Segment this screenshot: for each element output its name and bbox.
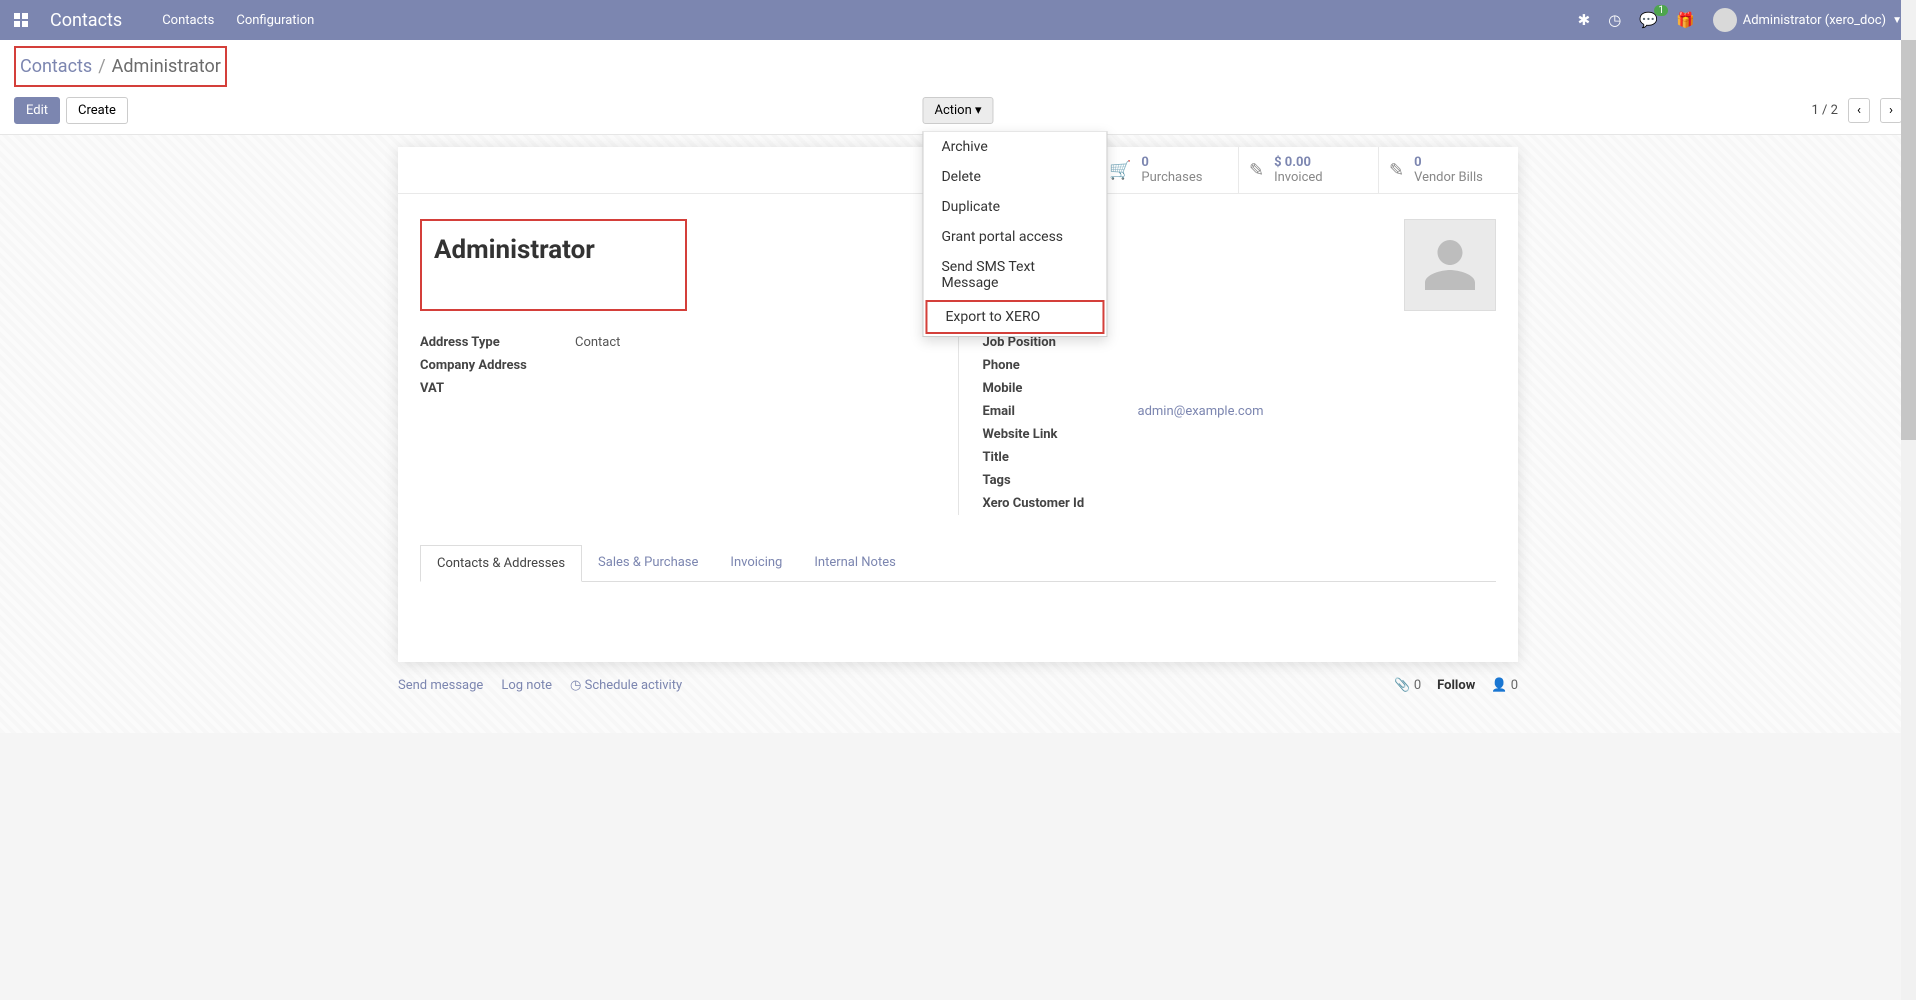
edit-icon: ✎	[1249, 160, 1264, 181]
field-row: Tags	[983, 469, 1497, 492]
edit-button[interactable]: Edit	[14, 97, 60, 124]
tab-sales-purchase[interactable]: Sales & Purchase	[582, 545, 714, 581]
create-button[interactable]: Create	[66, 97, 128, 124]
breadcrumb: Contacts / Administrator	[14, 46, 227, 87]
tab-contacts-addresses[interactable]: Contacts & Addresses	[420, 545, 582, 582]
field-value[interactable]: admin@example.com	[1138, 404, 1264, 419]
tab-internal-notes[interactable]: Internal Notes	[798, 545, 911, 581]
nav-configuration[interactable]: Configuration	[236, 13, 314, 28]
nav-contacts[interactable]: Contacts	[162, 13, 214, 28]
action-send-sms[interactable]: Send SMS Text Message	[923, 252, 1106, 298]
edit-icon: ✎	[1389, 160, 1404, 181]
field-label: Email	[983, 404, 1138, 419]
user-label: Administrator (xero_doc)	[1743, 13, 1886, 28]
chatter-footer: Send message Log note ◷ Schedule activit…	[398, 678, 1518, 693]
stat-vendor-bills[interactable]: ✎ 0Vendor Bills	[1378, 147, 1518, 193]
bug-icon[interactable]: ✱	[1578, 11, 1591, 29]
field-row: Address TypeContact	[420, 331, 934, 354]
action-archive[interactable]: Archive	[923, 132, 1106, 162]
messages-icon[interactable]: 💬1	[1639, 11, 1658, 29]
user-menu[interactable]: Administrator (xero_doc) ▼	[1713, 8, 1902, 32]
field-row: Emailadmin@example.com	[983, 400, 1497, 423]
record-name-box: Administrator	[420, 219, 687, 311]
field-label: Title	[983, 450, 1138, 465]
record-name: Administrator	[434, 235, 595, 265]
stat-invoiced[interactable]: ✎ $ 0.00Invoiced	[1238, 147, 1378, 193]
field-divider	[958, 331, 959, 515]
action-button[interactable]: Action ▾	[922, 97, 993, 124]
scrollbar-thumb[interactable]	[1901, 40, 1916, 440]
field-row: Xero Customer Id	[983, 492, 1497, 515]
field-row: VAT	[420, 377, 934, 400]
log-note-link[interactable]: Log note	[501, 678, 552, 693]
apps-icon[interactable]	[14, 13, 28, 27]
avatar-icon	[1713, 8, 1737, 32]
breadcrumb-root[interactable]: Contacts	[20, 56, 92, 77]
schedule-activity-link[interactable]: ◷ Schedule activity	[570, 678, 682, 693]
field-row: Company Address	[420, 354, 934, 377]
tab-invoicing[interactable]: Invoicing	[714, 545, 798, 581]
stat-purchases[interactable]: 🛒 0Purchases	[1098, 147, 1238, 193]
attachments-count[interactable]: 📎 0	[1394, 678, 1421, 693]
action-delete[interactable]: Delete	[923, 162, 1106, 192]
field-label: Company Address	[420, 358, 575, 373]
action-dropdown: Archive Delete Duplicate Grant portal ac…	[922, 131, 1107, 337]
field-label: Tags	[983, 473, 1138, 488]
control-bar: Contacts / Administrator Edit Create Act…	[0, 40, 1916, 135]
follow-button[interactable]: Follow	[1437, 678, 1475, 693]
app-brand[interactable]: Contacts	[50, 10, 122, 31]
breadcrumb-current: Administrator	[112, 56, 221, 77]
gift-icon[interactable]: 🎁	[1676, 11, 1695, 29]
tab-content	[398, 582, 1518, 662]
field-row: Title	[983, 446, 1497, 469]
clock-icon[interactable]: ◷	[1608, 11, 1621, 29]
action-grant-portal[interactable]: Grant portal access	[923, 222, 1106, 252]
cart-icon: 🛒	[1109, 160, 1131, 181]
pager-text: 1 / 2	[1812, 103, 1838, 118]
action-export-xero[interactable]: Export to XERO	[925, 300, 1104, 334]
action-duplicate[interactable]: Duplicate	[923, 192, 1106, 222]
field-label: VAT	[420, 381, 575, 396]
pager-prev-button[interactable]: ‹	[1848, 98, 1870, 123]
pager-next-button[interactable]: ›	[1880, 98, 1902, 123]
breadcrumb-sep: /	[98, 56, 105, 77]
field-row: Phone	[983, 354, 1497, 377]
field-label: Job Position	[983, 335, 1138, 350]
field-label: Address Type	[420, 335, 575, 350]
followers-count[interactable]: 👤 0	[1491, 678, 1518, 693]
field-label: Mobile	[983, 381, 1138, 396]
field-label: Phone	[983, 358, 1138, 373]
field-value: Contact	[575, 335, 620, 350]
field-row: Website Link	[983, 423, 1497, 446]
field-label: Xero Customer Id	[983, 496, 1138, 511]
field-label: Website Link	[983, 427, 1138, 442]
field-row: Mobile	[983, 377, 1497, 400]
send-message-link[interactable]: Send message	[398, 678, 483, 693]
scrollbar[interactable]	[1901, 0, 1916, 1000]
top-navbar: Contacts Contacts Configuration ✱ ◷ 💬1 🎁…	[0, 0, 1916, 40]
message-badge: 1	[1654, 5, 1668, 16]
avatar-large[interactable]	[1404, 219, 1496, 311]
caret-down-icon: ▾	[975, 103, 982, 118]
